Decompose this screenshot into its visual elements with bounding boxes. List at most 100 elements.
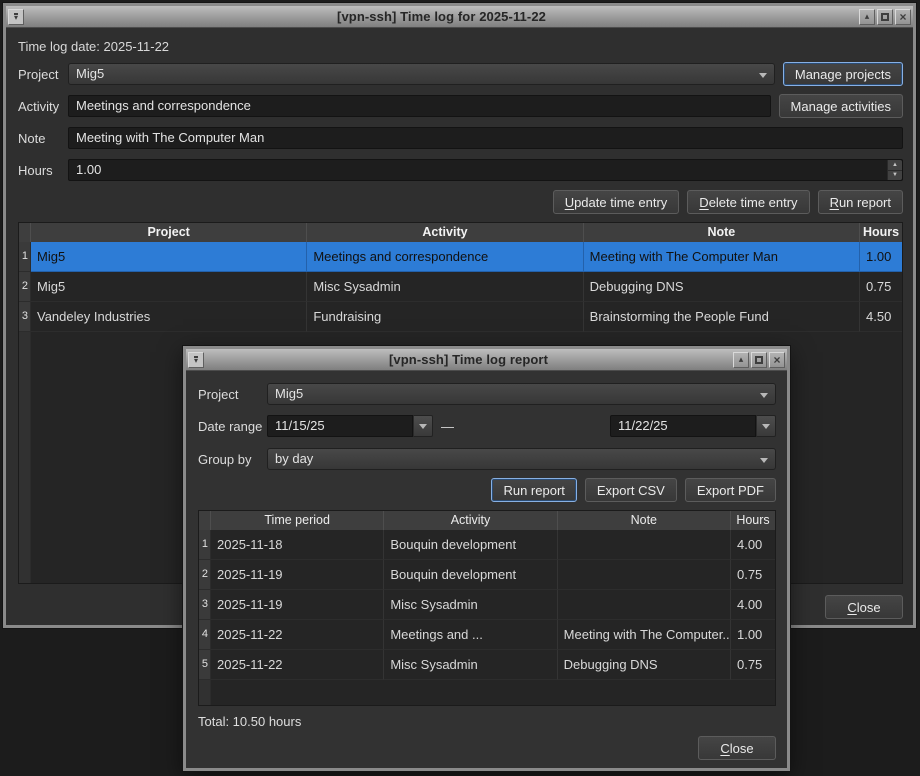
row-number: 2 bbox=[19, 272, 31, 302]
cell-note: Debugging DNS bbox=[584, 272, 860, 302]
project-value: Mig5 bbox=[76, 66, 104, 81]
table-row[interactable]: 2 Mig5 Misc Sysadmin Debugging DNS 0.75 bbox=[19, 272, 902, 302]
mnemonic: D bbox=[699, 195, 708, 210]
button-label: lose bbox=[730, 741, 754, 756]
window-close-button[interactable]: × bbox=[895, 9, 911, 25]
dialog-close-button[interactable]: Close bbox=[698, 736, 776, 760]
row-number: 5 bbox=[199, 650, 211, 680]
chevron-down-icon bbox=[762, 424, 770, 429]
shade-icon: ▴ bbox=[739, 355, 744, 364]
cell-time-period: 2025-11-18 bbox=[211, 530, 384, 560]
cell-activity: Misc Sysadmin bbox=[307, 272, 583, 302]
close-icon: × bbox=[899, 11, 906, 23]
spin-down-button[interactable]: ▼ bbox=[888, 171, 902, 181]
cell-hours: 1.00 bbox=[860, 242, 902, 272]
close-icon: × bbox=[773, 354, 780, 366]
shade-button[interactable]: ▴ bbox=[733, 352, 749, 368]
date-to-picker[interactable]: 11/22/25 bbox=[610, 415, 776, 437]
table-row[interactable]: 2 2025-11-19 Bouquin development 0.75 bbox=[199, 560, 775, 590]
row-number: 2 bbox=[199, 560, 211, 590]
activity-input[interactable]: Meetings and correspondence bbox=[68, 95, 771, 117]
date-from-picker[interactable]: 11/15/25 bbox=[267, 415, 433, 437]
note-input[interactable]: Meeting with The Computer Man bbox=[68, 127, 903, 149]
report-project-combobox[interactable]: Mig5 bbox=[267, 383, 776, 405]
chevron-down-icon bbox=[760, 393, 768, 398]
mnemonic: C bbox=[720, 741, 729, 756]
date-from-dropdown-button[interactable] bbox=[413, 415, 433, 437]
cell-note: Meeting with The Computer... bbox=[558, 620, 731, 650]
column-header-activity[interactable]: Activity bbox=[307, 223, 583, 242]
cell-activity: Misc Sysadmin bbox=[384, 650, 557, 680]
dialog-run-report-button[interactable]: Run report bbox=[491, 478, 576, 502]
cell-hours: 0.75 bbox=[860, 272, 902, 302]
main-close-button[interactable]: Close bbox=[825, 595, 903, 619]
main-titlebar[interactable]: ▾ [vpn-ssh] Time log for 2025-11-22 ▴ × bbox=[6, 6, 913, 28]
update-time-entry-button[interactable]: Update time entry bbox=[553, 190, 680, 214]
run-report-button[interactable]: Run report bbox=[818, 190, 903, 214]
activity-label: Activity bbox=[18, 99, 68, 114]
cell-note: Debugging DNS bbox=[558, 650, 731, 680]
cell-activity: Meetings and correspondence bbox=[307, 242, 583, 272]
cell-time-period: 2025-11-19 bbox=[211, 560, 384, 590]
table-row[interactable]: 1 2025-11-18 Bouquin development 4.00 bbox=[199, 530, 775, 560]
table-row[interactable]: 5 2025-11-22 Misc Sysadmin Debugging DNS… bbox=[199, 650, 775, 680]
total-hours-label: Total: 10.50 hours bbox=[198, 714, 776, 729]
cell-note bbox=[558, 590, 731, 620]
column-header-hours[interactable]: Hours bbox=[731, 511, 775, 530]
maximize-button[interactable] bbox=[751, 352, 767, 368]
shade-icon: ▴ bbox=[865, 12, 870, 21]
hours-spinbox[interactable]: 1.00 ▲ ▼ bbox=[68, 159, 903, 181]
row-number: 1 bbox=[199, 530, 211, 560]
window-menu-button[interactable]: ▾ bbox=[8, 9, 24, 25]
export-csv-button[interactable]: Export CSV bbox=[585, 478, 677, 502]
spin-up-button[interactable]: ▲ bbox=[888, 160, 902, 171]
window-menu-button[interactable]: ▾ bbox=[188, 352, 204, 368]
group-by-combobox[interactable]: by day bbox=[267, 448, 776, 470]
column-header-time-period[interactable]: Time period bbox=[211, 511, 384, 530]
button-label: elete time entry bbox=[709, 195, 798, 210]
cell-activity: Bouquin development bbox=[384, 560, 557, 590]
cell-activity: Fundraising bbox=[307, 302, 583, 332]
body-fill bbox=[211, 680, 775, 705]
shade-button[interactable]: ▴ bbox=[859, 9, 875, 25]
cell-time-period: 2025-11-19 bbox=[211, 590, 384, 620]
column-header-activity[interactable]: Activity bbox=[384, 511, 557, 530]
time-log-date-label: Time log date: 2025-11-22 bbox=[18, 39, 903, 55]
group-by-label: Group by bbox=[198, 452, 267, 467]
table-row[interactable]: 4 2025-11-22 Meetings and ... Meeting wi… bbox=[199, 620, 775, 650]
manage-activities-button[interactable]: Manage activities bbox=[779, 94, 903, 118]
project-combobox[interactable]: Mig5 bbox=[68, 63, 775, 85]
cell-hours: 4.00 bbox=[731, 590, 775, 620]
cell-project: Mig5 bbox=[31, 242, 307, 272]
report-dialog: ▾ [vpn-ssh] Time log report ▴ × Project … bbox=[183, 346, 790, 771]
column-header-note[interactable]: Note bbox=[558, 511, 731, 530]
chevron-down-icon bbox=[759, 73, 767, 78]
manage-projects-button[interactable]: Manage projects bbox=[783, 62, 903, 86]
table-row[interactable]: 3 2025-11-19 Misc Sysadmin 4.00 bbox=[199, 590, 775, 620]
cell-activity: Misc Sysadmin bbox=[384, 590, 557, 620]
export-pdf-button[interactable]: Export PDF bbox=[685, 478, 776, 502]
column-header-hours[interactable]: Hours bbox=[860, 223, 902, 242]
date-from-value[interactable]: 11/15/25 bbox=[267, 415, 413, 437]
window-close-button[interactable]: × bbox=[769, 352, 785, 368]
desktop: ▾ [vpn-ssh] Time log for 2025-11-22 ▴ × … bbox=[0, 0, 920, 776]
cell-note bbox=[558, 530, 731, 560]
maximize-button[interactable] bbox=[877, 9, 893, 25]
cell-time-period: 2025-11-22 bbox=[211, 650, 384, 680]
delete-time-entry-button[interactable]: Delete time entry bbox=[687, 190, 809, 214]
project-label: Project bbox=[18, 67, 68, 82]
dialog-title: [vpn-ssh] Time log report bbox=[206, 352, 731, 367]
column-header-project[interactable]: Project bbox=[31, 223, 307, 242]
group-by-value: by day bbox=[275, 451, 313, 466]
note-label: Note bbox=[18, 131, 68, 146]
chevron-down-icon bbox=[419, 424, 427, 429]
table-row[interactable]: 3 Vandeley Industries Fundraising Brains… bbox=[19, 302, 902, 332]
window-menu-icon: ▾ bbox=[14, 13, 18, 21]
column-header-note[interactable]: Note bbox=[584, 223, 860, 242]
dialog-titlebar[interactable]: ▾ [vpn-ssh] Time log report ▴ × bbox=[186, 349, 787, 371]
maximize-icon bbox=[755, 356, 763, 364]
date-to-dropdown-button[interactable] bbox=[756, 415, 776, 437]
table-row[interactable]: 1 Mig5 Meetings and correspondence Meeti… bbox=[19, 242, 902, 272]
date-to-value[interactable]: 11/22/25 bbox=[610, 415, 756, 437]
gutter-header bbox=[19, 223, 31, 242]
